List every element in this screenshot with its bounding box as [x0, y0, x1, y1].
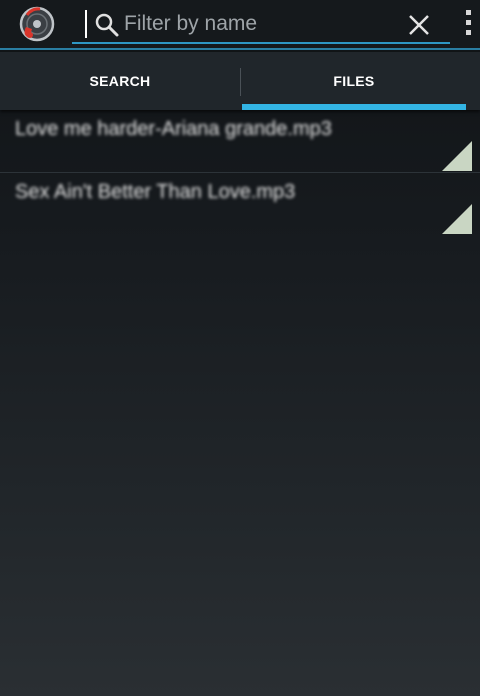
corner-triangle-icon — [442, 141, 472, 171]
tab-files-label: FILES — [333, 73, 375, 89]
more-vertical-icon[interactable] — [460, 8, 476, 38]
action-bar — [0, 0, 480, 50]
list-item[interactable]: Love me harder-Ariana grande.mp3 — [0, 110, 480, 173]
search-icon — [94, 12, 120, 38]
tab-search[interactable]: SEARCH — [0, 52, 240, 110]
close-icon[interactable] — [404, 10, 434, 40]
action-bar-divider — [0, 48, 480, 50]
tab-divider — [240, 68, 241, 96]
list-item[interactable]: Sex Ain't Better Than Love.mp3 — [0, 173, 480, 236]
text-cursor — [85, 10, 87, 38]
corner-triangle-icon — [442, 204, 472, 234]
music-disc-icon[interactable] — [18, 5, 56, 43]
search-bar — [72, 4, 450, 44]
file-name: Love me harder-Ariana grande.mp3 — [15, 118, 332, 140]
search-input[interactable] — [124, 8, 394, 40]
tab-files[interactable]: FILES — [242, 52, 466, 110]
tab-search-label: SEARCH — [89, 73, 151, 89]
tab-bar: SEARCH FILES — [0, 52, 480, 110]
search-underline — [72, 42, 450, 44]
file-name: Sex Ain't Better Than Love.mp3 — [15, 181, 296, 203]
